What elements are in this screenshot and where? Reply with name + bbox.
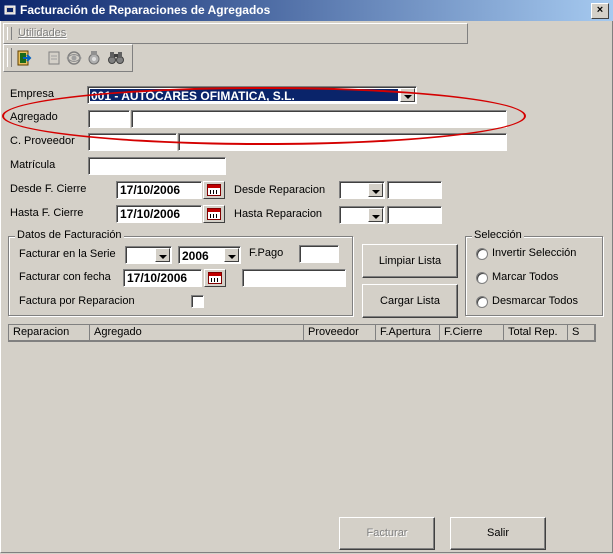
col-header-fcierre[interactable]: F.Cierre (440, 325, 504, 341)
empresa-label: Empresa (10, 88, 55, 100)
desmarcar-todos-radio[interactable] (476, 296, 488, 308)
year-select[interactable]: 2006 (178, 246, 241, 264)
facturar-button[interactable]: Facturar (339, 517, 435, 550)
serie-dropdown-button[interactable] (155, 248, 170, 262)
invertir-seleccion-radio[interactable] (476, 248, 488, 260)
search-binoculars-icon[interactable] (107, 49, 125, 67)
marcar-todos-radio[interactable] (476, 272, 488, 284)
calendar-icon (207, 184, 221, 196)
col-header-s[interactable]: S (568, 325, 595, 341)
salir-button[interactable]: Salir (450, 517, 546, 550)
seleccion-legend: Selección (472, 229, 524, 241)
calendar-icon (208, 272, 222, 284)
fpago-input[interactable] (299, 245, 339, 263)
fecha-label: Facturar con fecha (19, 271, 111, 283)
calendar-icon (207, 208, 221, 220)
facturar-fecha-extra-input[interactable] (242, 269, 346, 287)
desde-reparacion-serie-select[interactable] (339, 181, 385, 199)
serie-select[interactable] (125, 246, 172, 264)
desde-reparacion-label: Desde Reparacion (234, 184, 326, 196)
col-header-proveedor[interactable]: Proveedor (304, 325, 376, 341)
menu-utilidades[interactable]: Utilidades (18, 27, 66, 39)
matricula-label: Matrícula (10, 159, 56, 171)
invertir-seleccion-label[interactable]: Invertir Selección (492, 247, 576, 259)
hasta-reparacion-input[interactable] (387, 206, 442, 224)
proveedor-label: C. Proveedor (10, 135, 75, 147)
proveedor-code-input[interactable] (88, 133, 177, 151)
col-header-agregado[interactable]: Agregado (90, 325, 304, 341)
title-bar: Facturación de Reparaciones de Agregados… (0, 0, 613, 21)
desde-cierre-calendar-button[interactable] (203, 181, 225, 199)
desde-cierre-label: Desde F. Cierre (10, 183, 87, 195)
hasta-cierre-label: Hasta F. Cierre (10, 207, 84, 219)
empresa-dropdown-button[interactable] (400, 88, 415, 102)
fpago-label: F.Pago (249, 247, 284, 259)
toolbar (3, 44, 133, 72)
facturacion-legend: Datos de Facturación (15, 229, 124, 241)
cargar-lista-button[interactable]: Cargar Lista (362, 284, 458, 318)
exit-icon[interactable] (15, 49, 33, 67)
toolbar-grip (7, 48, 12, 67)
settings-icon[interactable] (85, 49, 103, 67)
hasta-reparacion-dropdown-button[interactable] (368, 208, 383, 222)
menu-grip (7, 27, 12, 40)
hasta-reparacion-serie-select[interactable] (339, 206, 385, 224)
agregado-code-input[interactable] (88, 110, 130, 128)
empresa-value: 001 - AUTOCARES OFIMATICA, S.L. (91, 89, 295, 103)
por-reparacion-checkbox[interactable] (191, 295, 204, 308)
facturar-fecha-calendar-button[interactable] (204, 269, 226, 287)
year-dropdown-button[interactable] (224, 248, 239, 262)
por-reparacion-label: Factura por Reparacion (19, 295, 135, 307)
serie-label: Facturar en la Serie (19, 248, 116, 260)
empresa-select[interactable]: 001 - AUTOCARES OFIMATICA, S.L. (87, 86, 417, 104)
menu-bar: Utilidades (3, 23, 468, 44)
desde-reparacion-dropdown-button[interactable] (368, 183, 383, 197)
proveedor-name-input[interactable] (178, 133, 507, 151)
desmarcar-todos-label[interactable]: Desmarcar Todos (492, 295, 578, 307)
hasta-cierre-input[interactable]: 17/10/2006 (116, 205, 202, 223)
desde-reparacion-input[interactable] (387, 181, 442, 199)
col-header-fapertura[interactable]: F.Apertura (376, 325, 440, 341)
limpiar-lista-button[interactable]: Limpiar Lista (362, 244, 458, 278)
matricula-input[interactable] (88, 157, 226, 175)
hasta-cierre-calendar-button[interactable] (203, 205, 225, 223)
col-header-reparacion[interactable]: Reparacion (9, 325, 90, 341)
close-button[interactable]: × (591, 3, 609, 19)
new-doc-icon[interactable] (45, 49, 63, 67)
facturar-fecha-input[interactable]: 17/10/2006 (123, 269, 202, 287)
agregado-name-input[interactable] (131, 110, 507, 128)
col-header-total[interactable]: Total Rep. (504, 325, 568, 341)
app-icon (4, 5, 16, 15)
reparaciones-grid[interactable]: Reparacion Agregado Proveedor F.Apertura… (8, 324, 596, 342)
window-title: Facturación de Reparaciones de Agregados (20, 3, 271, 17)
desde-cierre-input[interactable]: 17/10/2006 (116, 181, 202, 199)
hasta-reparacion-label: Hasta Reparacion (234, 208, 323, 220)
view-icon[interactable] (65, 49, 83, 67)
agregado-label: Agregado (10, 111, 58, 123)
marcar-todos-label[interactable]: Marcar Todos (492, 271, 558, 283)
